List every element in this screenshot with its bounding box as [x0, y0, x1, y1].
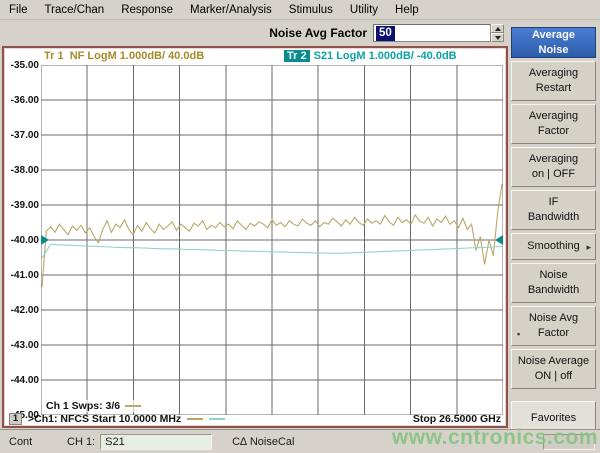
menu-utility[interactable]: Utility — [350, 4, 378, 16]
cal-status: C∆ NoiseCal — [232, 436, 294, 448]
y-axis-label: -44.00 — [5, 375, 39, 386]
measurement-status-field: S21 — [100, 434, 212, 450]
graticule-area: Ch 1 Swps: 3/6 — [41, 65, 503, 415]
y-axis-label: -42.00 — [5, 305, 39, 316]
noise-avg-factor-label: Noise Avg Factor — [269, 26, 367, 40]
y-axis-label: -41.00 — [5, 270, 39, 281]
toolbar: Noise Avg Factor 50 — [0, 20, 508, 46]
channel-status-label: CH 1: — [67, 436, 95, 448]
trace-status-row: Tr 1 NF LogM 1.000dB/ 40.0dB Tr 2S21 Log… — [44, 50, 504, 64]
submenu-arrow-icon: ▸ — [586, 240, 591, 252]
channel-indicator: 1 — [9, 413, 22, 425]
softkey-noise-bandwidth[interactable]: Noise Bandwidth — [511, 263, 596, 303]
softkey-averaging-factor[interactable]: Averaging Factor — [511, 104, 596, 144]
menu-bar: File Trace/Chan Response Marker/Analysis… — [0, 0, 600, 20]
trace2-color-key-icon — [209, 418, 225, 420]
noise-avg-factor-value: 50 — [376, 26, 395, 41]
softkey-if-bandwidth[interactable]: IF Bandwidth — [511, 190, 596, 230]
y-axis-label: -36.00 — [5, 95, 39, 106]
stop-annotation: Stop 26.5000 GHz — [413, 413, 501, 425]
trace2-label[interactable]: Tr 2S21 LogM 1.000dB/ -40.0dB — [284, 50, 457, 62]
y-axis-label: -35.00 — [5, 60, 39, 71]
trace-plot — [41, 65, 503, 415]
sweep-progress-icon — [125, 405, 141, 407]
measurement-display: Tr 1 NF LogM 1.000dB/ 40.0dB Tr 2S21 Log… — [2, 46, 508, 428]
softkey-averaging-restart[interactable]: Averaging Restart — [511, 61, 596, 101]
trace1-color-key-icon — [187, 418, 203, 420]
pna-analyzer-window: File Trace/Chan Response Marker/Analysis… — [0, 0, 600, 453]
sweep-status: Ch 1 Swps: 3/6 — [46, 400, 143, 412]
y-axis-label: -37.00 — [5, 130, 39, 141]
softkey-sidebar: Average Noise Averaging Restart Averagin… — [509, 26, 598, 429]
menu-file[interactable]: File — [9, 4, 28, 16]
softkey-average-noise[interactable]: Average Noise — [511, 27, 596, 58]
y-axis-label: -43.00 — [5, 340, 39, 351]
noise-avg-factor-input[interactable]: 50 — [373, 24, 491, 42]
y-axis-label: -38.00 — [5, 165, 39, 176]
menu-response[interactable]: Response — [121, 4, 173, 16]
menu-help[interactable]: Help — [395, 4, 419, 16]
down-arrow-icon — [495, 36, 501, 40]
start-annotation: >Ch1: NFCS Start 10.0000 MHz — [28, 413, 181, 425]
softkey-averaging-on-off[interactable]: Averaging on | OFF — [511, 147, 596, 187]
bullet-icon: ▪ — [517, 328, 520, 340]
sweep-mode-status: Cont — [9, 436, 55, 448]
y-axis-label: -40.00 — [5, 235, 39, 246]
softkey-smoothing[interactable]: Smoothing ▸ — [511, 233, 596, 260]
noise-avg-factor-stepper — [491, 24, 504, 42]
status-bar-right-field — [543, 434, 595, 450]
softkey-noise-average-on-off[interactable]: Noise Average ON | off — [511, 349, 596, 389]
stepper-up-button[interactable] — [491, 24, 504, 33]
menu-marker-analysis[interactable]: Marker/Analysis — [190, 4, 272, 16]
menu-trace-chan[interactable]: Trace/Chan — [45, 4, 105, 16]
y-axis-label: -39.00 — [5, 200, 39, 211]
trace2-active-badge: Tr 2 — [284, 50, 310, 62]
stimulus-annotation-row: 1 >Ch1: NFCS Start 10.0000 MHz Stop 26.5… — [9, 412, 501, 425]
status-bar: Cont CH 1: S21 C∆ NoiseCal — [0, 429, 600, 453]
softkey-noise-avg-factor[interactable]: ▪ Noise Avg Factor — [511, 306, 596, 346]
up-arrow-icon — [495, 27, 501, 31]
menu-stimulus[interactable]: Stimulus — [289, 4, 333, 16]
stepper-down-button[interactable] — [491, 33, 504, 42]
trace1-label[interactable]: Tr 1 NF LogM 1.000dB/ 40.0dB — [44, 50, 204, 62]
